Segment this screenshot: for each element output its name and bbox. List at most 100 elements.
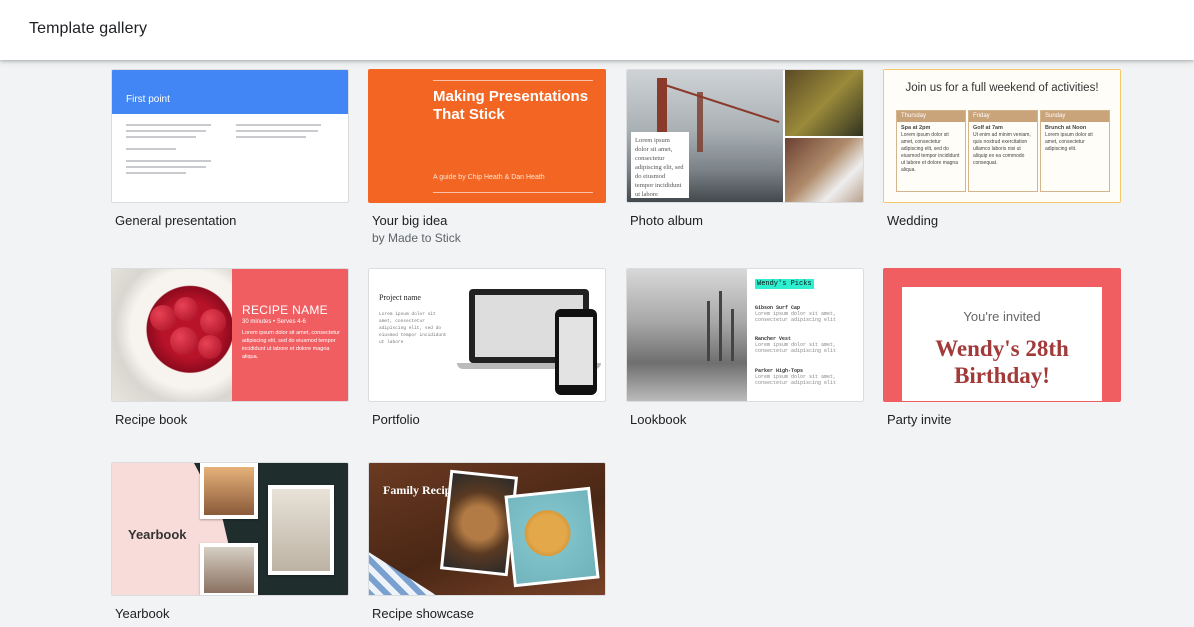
template-card-portfolio[interactable]: Project name Lorem ipsum dolor sit amet,… [368,268,606,428]
thumb-photo-pie [504,486,600,588]
thumb-item-text: Lorem ipsum dolor sit amet, consectetur … [755,342,837,354]
thumb-text-line [126,166,206,168]
thumb-day-body: Brunch at Noon Lorem ipsum dolor sit amet… [1041,122,1109,156]
thumb-day-body: Spa at 2pm Lorem ipsum dolor sit amet, co… [897,122,965,177]
template-thumbnail[interactable]: First point [111,69,349,203]
template-card-yearbook[interactable]: Yearbook Yearbook [111,462,349,622]
thumb-subheading: 30 minutes • Serves 4-6 [242,319,306,325]
thumb-photo-table [785,138,863,202]
thumb-day-label: Sunday [1041,111,1109,122]
thumb-day-event: Brunch at Noon [1045,125,1087,131]
thumb-text-line [236,124,321,126]
thumb-header-bar: First point [112,70,348,114]
thumb-divider [433,80,593,81]
thumb-text-line [236,136,306,138]
template-thumbnail[interactable]: You're invited Wendy's 28th Birthday! [883,268,1121,402]
thumb-body: Lorem ipsum dolor sit amet, consectetur … [242,330,340,360]
template-name: Yearbook [115,606,170,621]
thumb-day-column: Sunday Brunch at Noon Lorem ipsum dolor s… [1040,110,1110,192]
template-name: Wedding [887,213,939,228]
thumb-text-line [236,130,318,132]
template-card-wedding[interactable]: Join us for a full weekend of activities… [883,69,1121,229]
thumb-palm-tree [707,301,710,361]
template-name: Your big idea [372,213,448,228]
template-thumbnail[interactable]: Family Recipes [368,462,606,596]
thumb-berry [200,309,226,335]
thumb-day-text: Ut enim ad minim veniam, quis nostrud ex… [973,132,1031,166]
thumb-day-label: Friday [969,111,1037,122]
template-name: Recipe showcase [372,606,474,621]
thumb-lookbook-item: Rancher Vest Lorem ipsum dolor sit amet, … [755,336,855,354]
thumb-berry [198,335,222,359]
thumb-text-line [126,148,176,150]
template-card-recipe-book[interactable]: RECIPE NAME 30 minutes • Serves 4-6 Lore… [111,268,349,428]
thumb-day-text: Lorem ipsum dolor sit amet, consectetur … [901,132,960,173]
thumb-day-event: Spa at 2pm [901,125,931,131]
thumb-day-text: Lorem ipsum dolor sit amet, consectetur … [1045,132,1093,152]
thumb-body: Lorem ipsum dolor sit amet, consectetur … [379,312,447,345]
thumb-heading: Join us for a full weekend of activities… [905,82,1099,94]
template-thumbnail[interactable]: Join us for a full weekend of activities… [883,69,1121,203]
thumb-heading: Wendy's Picks [755,279,814,289]
thumb-recipe-panel: RECIPE NAME 30 minutes • Serves 4-6 Lore… [232,269,348,401]
thumb-day-label: Thursday [897,111,965,122]
template-thumbnail[interactable]: Making Presentations That Stick A guide … [368,69,606,203]
template-card-general-presentation[interactable]: First point General presentation [111,69,349,229]
thumb-photo-leaves [785,70,863,136]
thumb-text-line [126,130,206,132]
template-card-your-big-idea[interactable]: Making Presentations That Stick A guide … [368,69,606,245]
thumb-berry [174,297,198,321]
thumb-heading: RECIPE NAME [242,303,328,317]
thumb-lookbook-item: Parker High-Tops Lorem ipsum dolor sit am… [755,368,855,386]
thumb-palm-tree [731,309,734,361]
template-name: Party invite [887,412,952,427]
thumb-berry [150,305,176,331]
thumb-subheading: A guide by Chip Heath & Dan Heath [433,174,545,181]
thumb-photo-runner [200,543,258,595]
thumb-caption: Lorem ipsum dolor sit amet, consectetur … [631,132,689,198]
thumb-day-column: Friday Golf at 7am Ut enim ad minim venia… [968,110,1038,192]
thumb-text-line [126,160,211,162]
template-thumbnail[interactable]: Yearbook [111,462,349,596]
template-byline: by Made to Stick [372,231,461,245]
thumb-item-text: Lorem ipsum dolor sit amet, consectetur … [755,374,837,386]
thumb-day-column: Thursday Spa at 2pm Lorem ipsum dolor sit… [896,110,966,192]
thumb-lookbook-item: Gibson Surf Cap Lorem ipsum dolor sit ame… [755,305,855,323]
thumb-day-event: Golf at 7am [973,125,1003,131]
thumb-heading: First point [126,94,170,105]
thumb-text-line [126,172,186,174]
template-thumbnail[interactable]: Lorem ipsum dolor sit amet, consectetur … [626,69,864,203]
thumb-palm-tree [719,291,722,361]
template-thumbnail[interactable]: RECIPE NAME 30 minutes • Serves 4-6 Lore… [111,268,349,402]
thumb-berry [170,327,198,355]
thumb-photo-portrait [200,463,258,519]
template-name: Recipe book [115,412,188,427]
thumb-invite-card: You're invited Wendy's 28th Birthday! [902,287,1102,401]
template-card-recipe-showcase[interactable]: Family Recipes Recipe showcase [368,462,606,622]
thumb-bridge-tower [697,92,703,152]
thumb-text-line [126,136,196,138]
template-card-lookbook[interactable]: Wendy's Picks Gibson Surf Cap Lorem ipsum… [626,268,864,428]
template-thumbnail[interactable]: Project name Lorem ipsum dolor sit amet,… [368,268,606,402]
thumb-text-line [126,124,211,126]
template-name: General presentation [115,213,237,228]
header-bar: Template gallery [0,0,1194,60]
page-title: Template gallery [29,20,148,37]
thumb-heading: Project name [379,293,421,302]
thumb-heading: Wendy's 28th Birthday! [935,336,1069,388]
thumb-heading: Making Presentations That Stick [433,88,589,123]
thumb-heading: Yearbook [128,527,187,542]
thumb-photo-jumper [268,485,334,575]
template-name: Lookbook [630,412,687,427]
template-name: Photo album [630,213,703,228]
thumb-phone [555,309,597,395]
template-card-party-invite[interactable]: You're invited Wendy's 28th Birthday! Pa… [883,268,1121,428]
thumb-subheading: You're invited [963,309,1041,324]
thumb-divider [433,192,593,193]
thumb-phone-screen [559,317,593,385]
template-card-photo-album[interactable]: Lorem ipsum dolor sit amet, consectetur … [626,69,864,229]
template-name: Portfolio [372,412,420,427]
thumb-photo-skater [627,269,747,401]
thumb-item-text: Lorem ipsum dolor sit amet, consectetur … [755,311,837,323]
template-thumbnail[interactable]: Wendy's Picks Gibson Surf Cap Lorem ipsum… [626,268,864,402]
